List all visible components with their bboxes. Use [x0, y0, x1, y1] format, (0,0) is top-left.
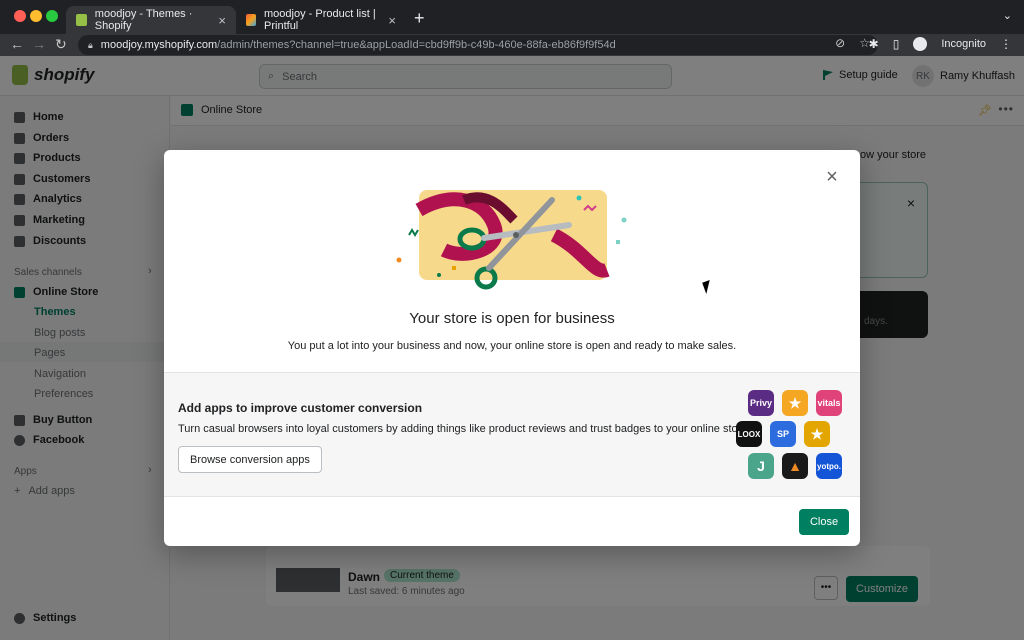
side-panel-icon[interactable]: ▯: [893, 37, 900, 51]
browser-menu-icon[interactable]: ⋮: [1000, 37, 1012, 51]
browser-tab-themes[interactable]: moodjoy - Themes · Shopify ×: [66, 6, 236, 34]
star-app-icon[interactable]: ★: [782, 390, 808, 416]
modal-title: Your store is open for business: [409, 310, 615, 327]
extensions-icon[interactable]: ✱: [869, 37, 879, 51]
ribbon-cutting-illustration: [396, 190, 627, 290]
apps-section-title: Add apps to improve customer conversion: [178, 401, 423, 415]
tracking-blocked-icon[interactable]: ⊘: [835, 36, 845, 50]
rocket-app-icon[interactable]: ▲: [782, 453, 808, 479]
new-tab-icon[interactable]: +: [414, 8, 425, 29]
yotpo-app-icon[interactable]: yotpo.: [816, 453, 842, 479]
back-icon[interactable]: ←: [10, 36, 24, 52]
close-button[interactable]: Close: [799, 509, 849, 535]
close-icon[interactable]: ×: [822, 167, 842, 187]
sp-app-icon[interactable]: SP: [770, 421, 796, 447]
url-path: /admin/themes?channel=true&appLoadId=cbd…: [217, 39, 616, 51]
store-open-modal: × Your store is open for business You pu…: [164, 150, 860, 546]
loox-app-icon[interactable]: LOOX: [736, 421, 762, 447]
browser-tab-printful[interactable]: moodjoy - Product list | Printful ×: [236, 6, 406, 34]
forward-icon[interactable]: →: [32, 36, 46, 52]
printful-favicon-icon: [246, 14, 257, 26]
window-maximize-dot[interactable]: [46, 10, 58, 22]
apps-section-description: Turn casual browsers into loyal customer…: [178, 423, 751, 435]
tab-search-chevron-icon[interactable]: ⌄: [1003, 9, 1012, 22]
incognito-icon: [913, 37, 928, 51]
reload-icon[interactable]: ↻: [55, 36, 67, 53]
tab-title: moodjoy - Product list | Printful: [264, 8, 376, 32]
browse-conversion-apps-button[interactable]: Browse conversion apps: [178, 446, 322, 473]
url-field[interactable]: 🔒︎ moodjoy.myshopify.com /admin/themes?c…: [78, 35, 878, 55]
vitals-app-icon[interactable]: vitals: [816, 390, 842, 416]
window-minimize-dot[interactable]: [30, 10, 42, 22]
conversion-apps-section: Add apps to improve customer conversion …: [164, 372, 860, 497]
url-host: moodjoy.myshopify.com: [100, 39, 218, 51]
reviews-star-app-icon[interactable]: ★: [804, 421, 830, 447]
browser-address-bar: ← → ↻ 🔒︎ moodjoy.myshopify.com /admin/th…: [0, 34, 1024, 56]
profile-label[interactable]: Incognito: [941, 38, 986, 50]
tab-title: moodjoy - Themes · Shopify: [94, 8, 193, 32]
judgeme-app-icon[interactable]: J: [748, 453, 774, 479]
privy-app-icon[interactable]: Privy: [748, 390, 774, 416]
close-tab-icon[interactable]: ×: [388, 13, 396, 28]
lock-icon: 🔒︎: [88, 39, 93, 50]
window-close-dot[interactable]: [14, 10, 26, 22]
shopify-favicon-icon: [76, 14, 87, 26]
modal-subtitle: You put a lot into your business and now…: [287, 340, 737, 352]
close-tab-icon[interactable]: ×: [218, 13, 226, 28]
browser-tab-bar: moodjoy - Themes · Shopify × moodjoy - P…: [0, 0, 1024, 34]
